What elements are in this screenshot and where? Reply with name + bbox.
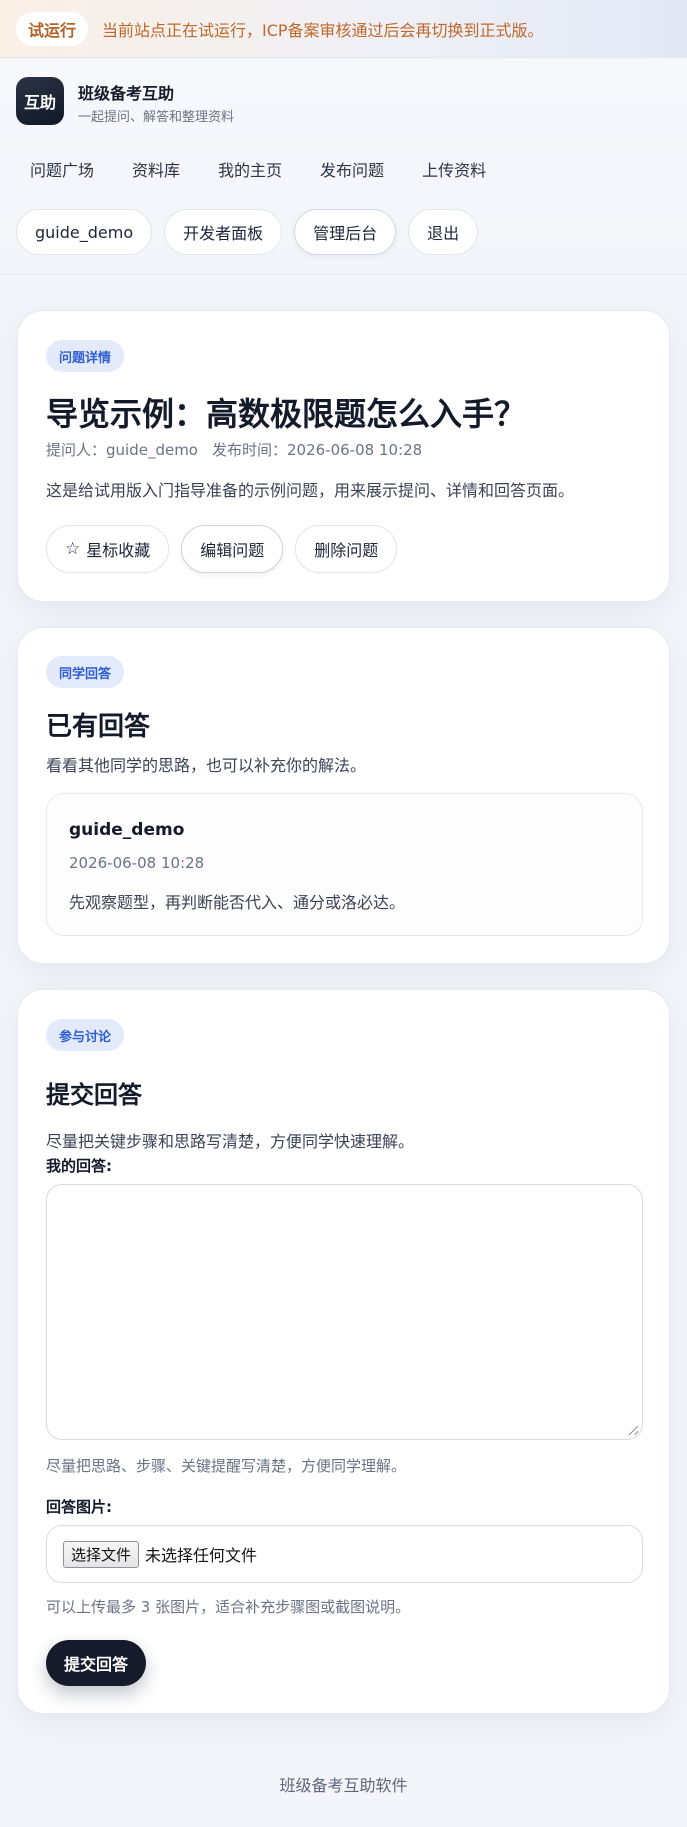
reply-form-tag: 参与讨论: [46, 1019, 125, 1051]
delete-question-button[interactable]: 删除问题: [295, 525, 398, 573]
star-outline-icon: ☆: [65, 539, 81, 559]
file-status-text: 未选择任何文件: [145, 1546, 258, 1565]
site-name[interactable]: 班级备考互助: [78, 80, 174, 104]
question-meta: 提问人：guide_demo 发布时间：2026-06-08 10:28: [46, 439, 422, 460]
nav-upload-material[interactable]: 上传资料: [406, 151, 502, 187]
submit-answer-button[interactable]: 提交回答: [46, 1640, 147, 1686]
trial-banner: 试运行 当前站点正在试运行，ICP备案审核通过后会再切换到正式版。: [0, 0, 687, 58]
choose-file-button[interactable]: 选择文件: [63, 1540, 140, 1568]
trial-badge: 试运行: [16, 11, 89, 46]
answer-field-label: 我的回答:: [46, 1157, 112, 1175]
answer-item: guide_demo 2026-06-08 10:28 先观察题型，再判断能否代…: [46, 793, 643, 936]
answers-title: 已有回答: [46, 712, 151, 742]
question-posted-time: 发布时间：2026-06-08 10:28: [212, 441, 423, 459]
site-tagline: 一起提问、解答和整理资料: [78, 110, 235, 125]
answer-hint: 尽量把思路、步骤、关键提醒写清楚，方便同学理解。: [46, 1457, 407, 1475]
nav-library[interactable]: 资料库: [116, 151, 196, 187]
username-chip[interactable]: guide_demo: [16, 209, 153, 255]
answer-image-input: 选择文件 未选择任何文件: [46, 1525, 643, 1583]
star-button-label: 星标收藏: [86, 541, 151, 560]
question-detail-tag: 问题详情: [46, 340, 125, 372]
answer-image-label: 回答图片:: [46, 1498, 112, 1516]
answer-time: 2026-06-08 10:28: [69, 854, 205, 872]
site-logo[interactable]: 互助: [16, 77, 64, 125]
question-title: 导览示例：高数极限题怎么入手？: [46, 395, 527, 433]
image-upload-hint: 可以上传最多 3 张图片，适合补充步骤图或截图说明。: [46, 1598, 411, 1616]
main-nav: 问题广场 资料库 我的主页 发布问题 上传资料: [14, 151, 508, 187]
trial-notice-text: 当前站点正在试运行，ICP备案审核通过后会再切换到正式版。: [102, 20, 544, 40]
answer-textarea[interactable]: [46, 1184, 643, 1440]
site-footer: 班级备考互助软件: [279, 1776, 408, 1795]
reply-form-card: 参与讨论 提交回答 尽量把关键步骤和思路写清楚，方便同学快速理解。 我的回答: …: [17, 989, 670, 1714]
admin-panel-button[interactable]: 管理后台: [294, 209, 397, 255]
answers-tag: 同学回答: [46, 656, 125, 688]
nav-post-question[interactable]: 发布问题: [304, 151, 400, 187]
question-actions: ☆ 星标收藏 编辑问题 删除问题: [46, 525, 398, 573]
user-actions: guide_demo 开发者面板 管理后台 退出: [16, 209, 479, 255]
answers-subtitle: 看看其他同学的思路，也可以补充你的解法。: [46, 756, 367, 775]
star-button[interactable]: ☆ 星标收藏: [46, 525, 170, 573]
answer-author[interactable]: guide_demo: [69, 820, 184, 840]
nav-question-square[interactable]: 问题广场: [14, 151, 110, 187]
question-detail-card: 问题详情 导览示例：高数极限题怎么入手？ 提问人：guide_demo 发布时间：…: [17, 310, 670, 602]
question-description: 这是给试用版入门指导准备的示例问题，用来展示提问、详情和回答页面。: [46, 481, 575, 500]
nav-my-home[interactable]: 我的主页: [202, 151, 298, 187]
question-asker: 提问人：guide_demo: [46, 441, 198, 459]
answers-card: 同学回答 已有回答 看看其他同学的思路，也可以补充你的解法。 guide_dem…: [17, 627, 670, 964]
developer-panel-button[interactable]: 开发者面板: [164, 209, 283, 255]
answer-text: 先观察题型，再判断能否代入、通分或洛必达。: [69, 893, 406, 912]
reply-form-subtitle: 尽量把关键步骤和思路写清楚，方便同学快速理解。: [46, 1132, 415, 1151]
reply-form-title: 提交回答: [46, 1081, 142, 1109]
edit-question-button[interactable]: 编辑问题: [181, 525, 284, 573]
resize-handle-icon[interactable]: [629, 1426, 638, 1435]
logout-button[interactable]: 退出: [408, 209, 479, 255]
site-header: 互助 班级备考互助 一起提问、解答和整理资料 问题广场 资料库 我的主页 发布问…: [0, 59, 687, 275]
